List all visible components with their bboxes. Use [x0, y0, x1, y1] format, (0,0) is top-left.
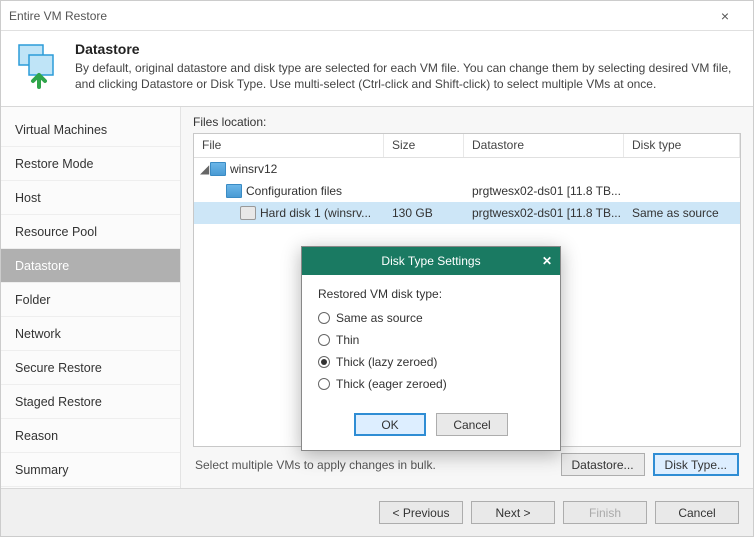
wizard-header: Datastore By default, original datastore…: [1, 31, 753, 107]
node-label: Hard disk 1 (winsrv...: [260, 206, 371, 220]
sidebar-item-restore-mode[interactable]: Restore Mode: [1, 147, 180, 181]
dialog-title: Disk Type Settings: [381, 254, 480, 268]
col-size[interactable]: Size: [384, 134, 464, 157]
wizard-footer: < Previous Next > Finish Cancel: [1, 488, 753, 536]
disk-type-settings-dialog: Disk Type Settings ✕ Restored VM disk ty…: [301, 246, 561, 451]
sidebar-item-resource-pool[interactable]: Resource Pool: [1, 215, 180, 249]
cell-datastore: prgtwesx02-ds01 [11.8 TB...: [464, 206, 624, 220]
next-button[interactable]: Next >: [471, 501, 555, 524]
col-disk-type[interactable]: Disk type: [624, 134, 740, 157]
datastore-header-icon: [15, 41, 63, 89]
sidebar-item-label: Datastore: [15, 259, 69, 273]
tree-row-vm[interactable]: ◢ winsrv12: [194, 158, 740, 180]
wizard-window: Entire VM Restore × Datastore By default…: [0, 0, 754, 537]
sidebar-item-summary[interactable]: Summary: [1, 453, 180, 487]
disk-type-group-label: Restored VM disk type:: [318, 287, 544, 301]
sidebar-item-label: Virtual Machines: [15, 123, 107, 137]
node-label: Configuration files: [246, 184, 342, 198]
radio-icon: [318, 356, 330, 368]
sidebar-item-datastore[interactable]: Datastore: [1, 249, 180, 283]
sidebar-item-staged-restore[interactable]: Staged Restore: [1, 385, 180, 419]
sidebar-item-label: Restore Mode: [15, 157, 94, 171]
radio-thick-eager[interactable]: Thick (eager zeroed): [318, 373, 544, 395]
radio-label: Same as source: [336, 311, 423, 325]
wizard-sidebar: Virtual Machines Restore Mode Host Resou…: [1, 107, 181, 488]
sidebar-item-label: Host: [15, 191, 41, 205]
cancel-button[interactable]: Cancel: [655, 501, 739, 524]
titlebar: Entire VM Restore ×: [1, 1, 753, 31]
sidebar-item-label: Secure Restore: [15, 361, 102, 375]
previous-button[interactable]: < Previous: [379, 501, 463, 524]
sidebar-item-label: Summary: [15, 463, 68, 477]
radio-icon: [318, 334, 330, 346]
page-title: Datastore: [75, 41, 739, 57]
sidebar-item-secure-restore[interactable]: Secure Restore: [1, 351, 180, 385]
tree-row-disk[interactable]: Hard disk 1 (winsrv... 130 GB prgtwesx02…: [194, 202, 740, 224]
dialog-titlebar: Disk Type Settings ✕: [302, 247, 560, 275]
sidebar-item-label: Reason: [15, 429, 58, 443]
sidebar-item-label: Resource Pool: [15, 225, 97, 239]
sidebar-item-folder[interactable]: Folder: [1, 283, 180, 317]
close-icon[interactable]: ×: [705, 8, 745, 24]
datastore-button[interactable]: Datastore...: [561, 453, 645, 476]
disk-type-button[interactable]: Disk Type...: [653, 453, 739, 476]
finish-button: Finish: [563, 501, 647, 524]
col-file[interactable]: File: [194, 134, 384, 157]
col-datastore[interactable]: Datastore: [464, 134, 624, 157]
sidebar-item-label: Network: [15, 327, 61, 341]
vm-icon: [210, 162, 226, 176]
collapse-icon[interactable]: ◢: [200, 162, 210, 176]
tree-header: File Size Datastore Disk type: [194, 134, 740, 158]
dialog-ok-button[interactable]: OK: [354, 413, 426, 436]
tree-row-config[interactable]: Configuration files prgtwesx02-ds01 [11.…: [194, 180, 740, 202]
radio-thin[interactable]: Thin: [318, 329, 544, 351]
radio-label: Thick (eager zeroed): [336, 377, 447, 391]
cell-disk-type: Same as source: [624, 206, 740, 220]
files-location-label: Files location:: [193, 115, 741, 129]
sidebar-item-virtual-machines[interactable]: Virtual Machines: [1, 113, 180, 147]
cell-datastore: prgtwesx02-ds01 [11.8 TB...: [464, 184, 624, 198]
radio-label: Thin: [336, 333, 359, 347]
radio-icon: [318, 378, 330, 390]
header-text: Datastore By default, original datastore…: [75, 41, 739, 92]
dialog-body: Restored VM disk type: Same as source Th…: [302, 275, 560, 405]
radio-same-as-source[interactable]: Same as source: [318, 307, 544, 329]
node-label: winsrv12: [230, 162, 277, 176]
sidebar-item-reason[interactable]: Reason: [1, 419, 180, 453]
radio-icon: [318, 312, 330, 324]
dialog-footer: OK Cancel: [302, 405, 560, 450]
config-files-icon: [226, 184, 242, 198]
cell-size: 130 GB: [384, 206, 464, 220]
dialog-close-icon[interactable]: ✕: [542, 254, 552, 268]
action-row: Select multiple VMs to apply changes in …: [193, 447, 741, 488]
window-title: Entire VM Restore: [9, 9, 705, 23]
sidebar-item-network[interactable]: Network: [1, 317, 180, 351]
radio-label: Thick (lazy zeroed): [336, 355, 437, 369]
hard-disk-icon: [240, 206, 256, 220]
sidebar-item-label: Staged Restore: [15, 395, 102, 409]
page-description: By default, original datastore and disk …: [75, 60, 739, 92]
sidebar-item-host[interactable]: Host: [1, 181, 180, 215]
radio-thick-lazy[interactable]: Thick (lazy zeroed): [318, 351, 544, 373]
sidebar-item-label: Folder: [15, 293, 50, 307]
dialog-cancel-button[interactable]: Cancel: [436, 413, 508, 436]
multi-select-hint: Select multiple VMs to apply changes in …: [195, 458, 553, 472]
